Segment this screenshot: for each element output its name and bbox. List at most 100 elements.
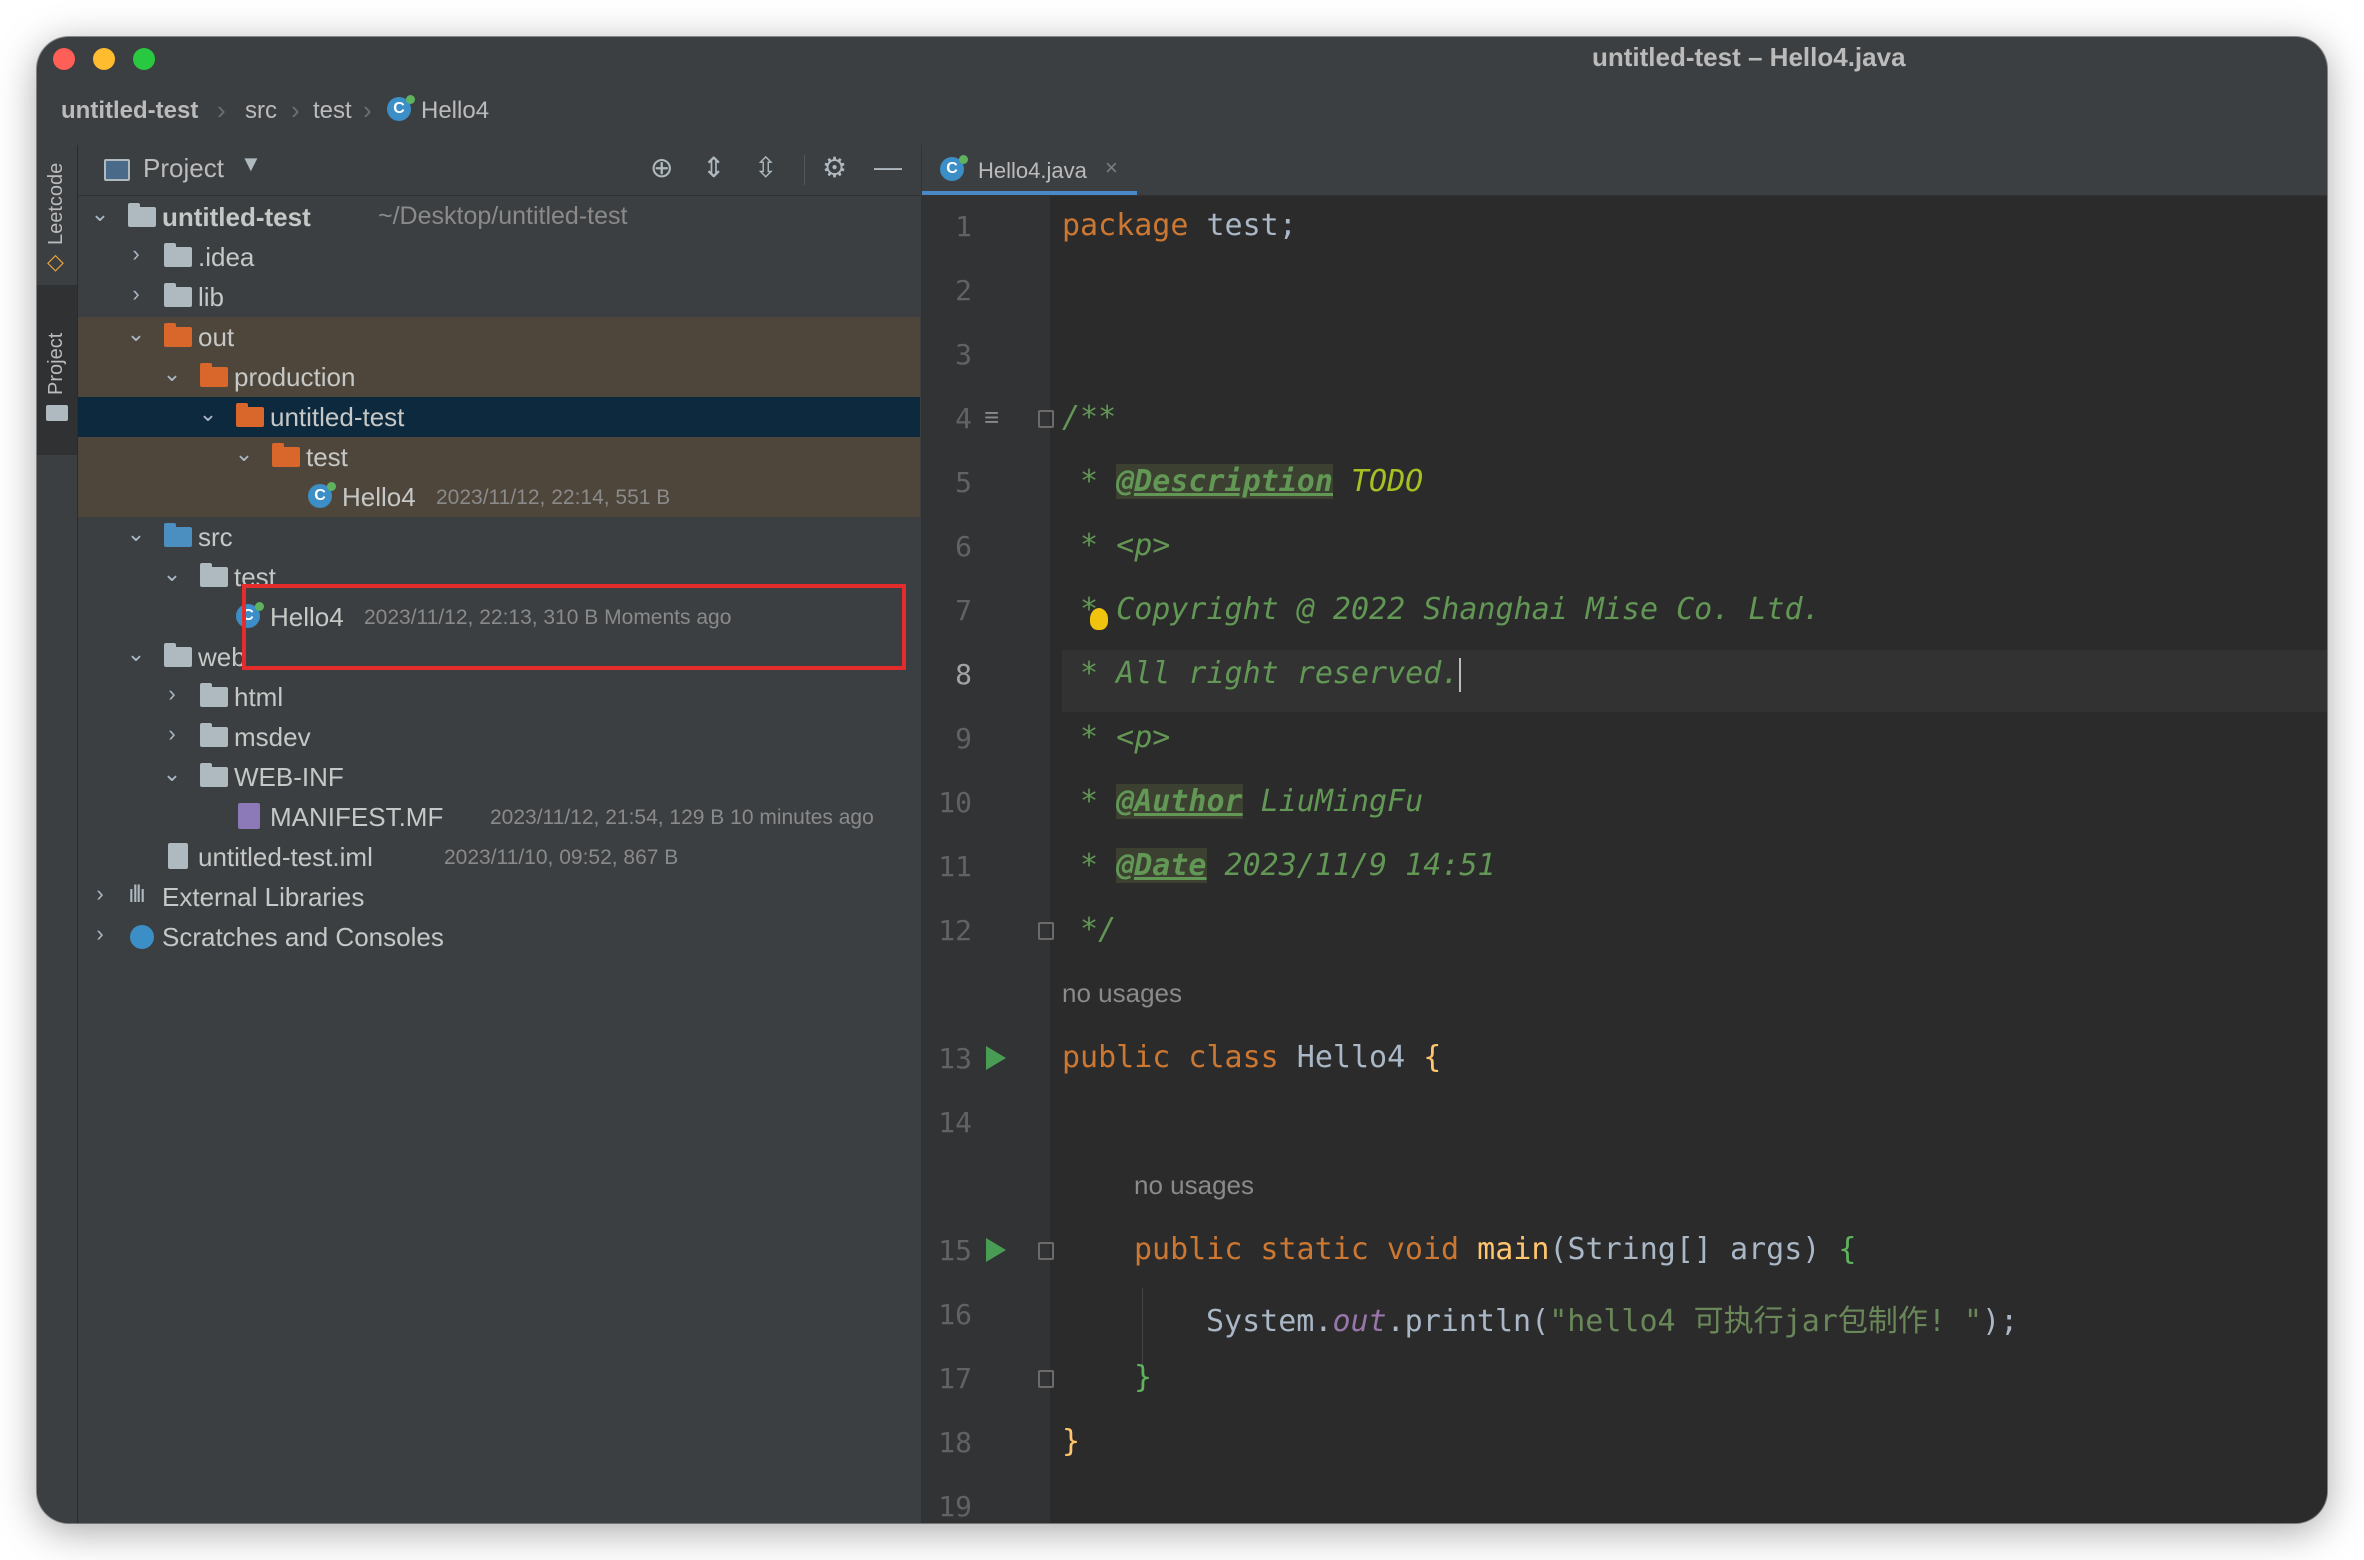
tree-item-html[interactable]: › html <box>78 677 920 717</box>
chevron-down-icon[interactable]: ▼ <box>240 151 262 177</box>
chevron-right-icon[interactable]: › <box>126 241 146 267</box>
tab-hello4-java[interactable]: C Hello4.java × <box>922 145 1137 195</box>
close-window-button[interactable] <box>53 48 75 70</box>
line-number: 19 <box>938 1490 972 1523</box>
breadcrumb-project[interactable]: untitled-test <box>61 97 198 125</box>
breadcrumb-src[interactable]: src <box>245 97 277 125</box>
tree-item-lib[interactable]: › lib <box>78 277 920 317</box>
java-class-icon: C <box>387 95 415 121</box>
tree-item-prod-untitled[interactable]: ⌄ untitled-test <box>78 397 920 437</box>
hide-panel-icon[interactable]: — <box>874 151 902 183</box>
web-folder-icon <box>164 643 192 667</box>
folder-icon <box>164 243 192 267</box>
chevron-right-icon[interactable]: › <box>90 921 110 947</box>
chevron-right-icon[interactable]: › <box>162 681 182 707</box>
tree-item-label: web <box>198 642 246 672</box>
chevron-down-icon[interactable]: ⌄ <box>234 441 254 467</box>
tree-item-iml[interactable]: untitled-test.iml 2023/11/10, 09:52, 867… <box>78 837 920 877</box>
chevron-down-icon[interactable]: ⌄ <box>90 201 110 227</box>
active-tab-indicator <box>922 191 1137 195</box>
fold-marker-icon[interactable] <box>1038 410 1054 428</box>
run-icon[interactable] <box>986 1238 1006 1262</box>
tree-item-label: MANIFEST.MF <box>270 802 444 832</box>
tree-item-label: out <box>198 322 235 352</box>
line-number: 9 <box>955 722 972 755</box>
line-number: 6 <box>955 530 972 563</box>
line-number: 15 <box>938 1234 972 1267</box>
tree-item-webinf[interactable]: ⌄ WEB-INF <box>78 757 920 797</box>
excluded-folder-icon <box>200 363 228 387</box>
locate-icon[interactable]: ⊕ <box>650 151 673 184</box>
tree-item-src-test[interactable]: ⌄ test <box>78 557 920 597</box>
fold-marker-icon[interactable] <box>1038 1370 1054 1388</box>
tree-item-prod-test[interactable]: ⌄ test <box>78 437 920 477</box>
expand-all-icon[interactable]: ⇕ <box>702 151 725 184</box>
tree-item-idea[interactable]: › .idea <box>78 237 920 277</box>
breadcrumb-test[interactable]: test <box>313 97 352 125</box>
project-view-title[interactable]: Project <box>143 153 224 184</box>
line-number: 1 <box>955 210 972 243</box>
folder-icon <box>46 405 68 421</box>
code-line: } <box>1134 1360 1153 1395</box>
tree-item-msdev[interactable]: › msdev <box>78 717 920 757</box>
code-line: */ <box>1062 912 1117 947</box>
tree-item-web[interactable]: ⌄ web <box>78 637 920 677</box>
tree-item-src[interactable]: ⌄ src <box>78 517 920 557</box>
fold-marker-icon[interactable] <box>1038 1242 1054 1260</box>
tree-item-external-libraries[interactable]: › ıllı External Libraries <box>78 877 920 917</box>
line-number: 5 <box>955 466 972 499</box>
folder-icon <box>200 763 228 787</box>
doc-render-icon[interactable]: ≡ <box>984 402 999 433</box>
folder-icon <box>200 683 228 707</box>
chevron-down-icon[interactable]: ⌄ <box>162 761 182 787</box>
tree-item-meta: 2023/11/12, 22:14, 551 B <box>436 486 671 509</box>
tree-item-label: src <box>198 522 233 552</box>
tree-item-src-hello4[interactable]: C Hello4 2023/11/12, 22:13, 310 B Moment… <box>78 597 920 637</box>
leetcode-tool-tab[interactable]: Leetcode ◇ <box>37 145 77 275</box>
project-tool-tab[interactable]: Project <box>37 285 77 455</box>
breadcrumb-hello4[interactable]: Hello4 <box>421 97 489 125</box>
tree-item-label: WEB-INF <box>234 762 344 792</box>
tree-item-out[interactable]: ⌄ out <box>78 317 920 357</box>
line-number: 18 <box>938 1426 972 1459</box>
chevron-down-icon[interactable]: ⌄ <box>126 321 146 347</box>
close-icon[interactable]: × <box>1105 155 1118 181</box>
code-line: * <p> <box>1062 720 1171 755</box>
tree-item-production[interactable]: ⌄ production <box>78 357 920 397</box>
tree-item-root[interactable]: ⌄ untitled-test ~/Desktop/untitled-test <box>78 197 920 237</box>
indent-guide <box>1142 1288 1143 1368</box>
gear-icon[interactable]: ⚙ <box>822 151 847 184</box>
code-line: } <box>1062 1424 1081 1459</box>
code-line: * @Author LiuMingFu <box>1062 784 1424 819</box>
breadcrumb: untitled-test › src › test › C Hello4 <box>37 93 2327 133</box>
tree-item-manifest[interactable]: MANIFEST.MF 2023/11/12, 21:54, 129 B 10 … <box>78 797 920 837</box>
tree-item-scratches[interactable]: › Scratches and Consoles <box>78 917 920 957</box>
chevron-down-icon[interactable]: ⌄ <box>198 401 218 427</box>
minimize-window-button[interactable] <box>93 48 115 70</box>
chevron-down-icon[interactable]: ⌄ <box>126 641 146 667</box>
code-line: * <p> <box>1062 528 1171 563</box>
zoom-window-button[interactable] <box>133 48 155 70</box>
fold-marker-icon[interactable] <box>1038 922 1054 940</box>
run-icon[interactable] <box>986 1046 1006 1070</box>
tree-item-prod-hello4[interactable]: C Hello4 2023/11/12, 22:14, 551 B <box>78 477 920 517</box>
chevron-right-icon[interactable]: › <box>90 881 110 907</box>
java-class-icon: C <box>308 482 336 508</box>
usage-hint[interactable]: no usages <box>1134 1170 1254 1201</box>
chevron-down-icon[interactable]: ⌄ <box>162 561 182 587</box>
breadcrumb-separator: › <box>291 95 300 125</box>
chevron-down-icon[interactable]: ⌄ <box>162 361 182 387</box>
lightbulb-icon[interactable] <box>1090 608 1108 630</box>
chevron-down-icon[interactable]: ⌄ <box>126 521 146 547</box>
tree-item-label: untitled-test <box>162 202 311 232</box>
code-editor: C Hello4.java × 1 2 3 4 ≡ 5 6 7 8 9 10 1… <box>921 145 2327 1523</box>
code-area[interactable]: package test; /** * @Description TODO * … <box>1062 196 2327 1523</box>
collapse-all-icon[interactable]: ⇳ <box>754 151 777 184</box>
project-toolbar: Project ▼ ⊕ ⇕ ⇳ ⚙ — <box>78 145 920 196</box>
usage-hint[interactable]: no usages <box>1062 978 1182 1009</box>
chevron-right-icon[interactable]: › <box>162 721 182 747</box>
editor-tab-bar: C Hello4.java × <box>922 145 2327 196</box>
chevron-right-icon[interactable]: › <box>126 281 146 307</box>
tree-item-label: msdev <box>234 722 311 752</box>
project-panel: Project ▼ ⊕ ⇕ ⇳ ⚙ — ⌄ untitled-test ~/De… <box>78 145 920 1523</box>
